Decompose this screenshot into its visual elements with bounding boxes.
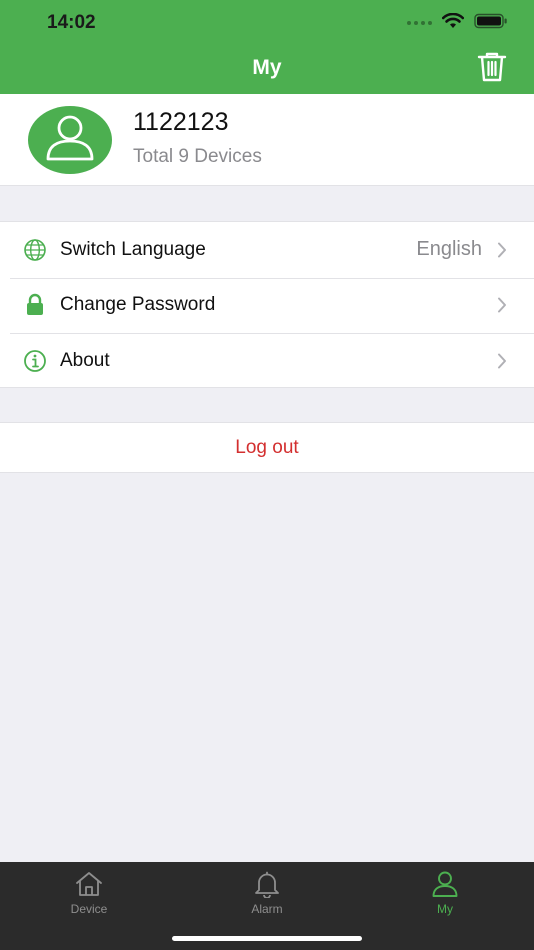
profile-card: 1122123 Total 9 Devices (0, 94, 534, 186)
header: 14:02 My (0, 0, 534, 94)
username: 1122123 (133, 108, 229, 136)
bell-icon (252, 869, 282, 899)
page-title: My (252, 56, 282, 79)
switch-language-row[interactable]: Switch Language English (0, 222, 534, 278)
info-icon (22, 348, 48, 374)
tab-my[interactable]: My (356, 862, 534, 922)
device-count: Total 9 Devices (133, 146, 262, 167)
person-icon (430, 869, 460, 899)
current-language-value: English (416, 238, 482, 261)
tab-alarm-label: Alarm (251, 902, 283, 916)
user-avatar-icon (42, 113, 98, 168)
status-icons (407, 12, 508, 34)
tab-my-label: My (437, 902, 453, 916)
about-label: About (60, 349, 110, 371)
avatar (28, 106, 112, 174)
change-password-row[interactable]: Change Password (0, 277, 534, 334)
about-row[interactable]: About (0, 333, 534, 389)
home-icon (74, 869, 104, 899)
tab-alarm[interactable]: Alarm (178, 862, 356, 922)
logout-button[interactable]: Log out (0, 422, 534, 473)
change-password-label: Change Password (60, 294, 216, 316)
status-time: 14:02 (47, 12, 96, 33)
cellular-signal-icon (407, 21, 432, 25)
delete-button[interactable] (476, 52, 508, 86)
tab-device[interactable]: Device (0, 862, 178, 922)
lock-icon (22, 292, 48, 318)
home-indicator[interactable] (172, 936, 362, 941)
battery-icon (474, 13, 508, 34)
settings-list: Switch Language English Change Password … (0, 221, 534, 388)
tab-device-label: Device (70, 902, 108, 916)
switch-language-label: Switch Language (60, 238, 206, 260)
chevron-right-icon (496, 241, 508, 259)
wifi-icon (441, 12, 465, 34)
trash-icon (477, 51, 507, 88)
chevron-right-icon (496, 296, 508, 314)
chevron-right-icon (496, 352, 508, 370)
globe-icon (22, 237, 48, 263)
